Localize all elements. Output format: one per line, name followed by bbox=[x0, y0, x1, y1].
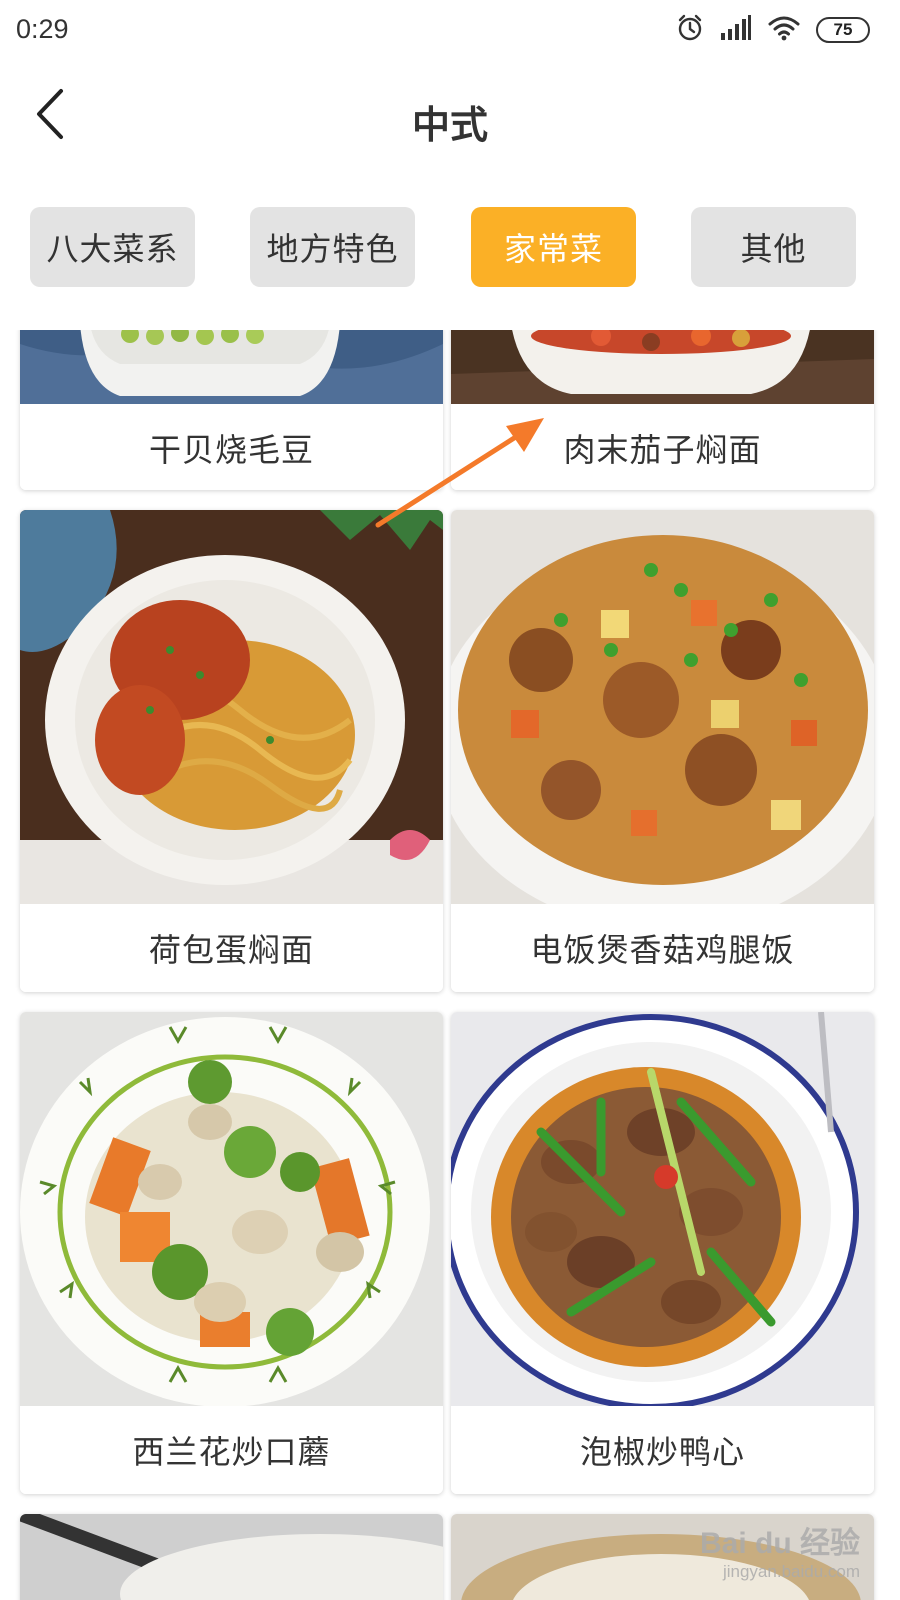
recipe-card[interactable] bbox=[20, 1514, 443, 1600]
recipe-card[interactable]: 电饭煲香菇鸡腿饭 bbox=[451, 510, 874, 992]
recipe-card[interactable]: 肉末茄子焖面 bbox=[451, 330, 874, 490]
recipe-card[interactable]: 西兰花炒口蘑 bbox=[20, 1012, 443, 1494]
recipe-image bbox=[20, 1514, 443, 1600]
recipe-image bbox=[20, 330, 443, 404]
recipe-name: 泡椒炒鸭心 bbox=[451, 1406, 874, 1494]
signal-icon bbox=[720, 15, 752, 45]
tab-ba-da-cai-xi[interactable]: 八大菜系 bbox=[30, 207, 195, 287]
battery-icon: 75 bbox=[816, 17, 870, 43]
watermark: Bai du 经验 jingyan.baidu.com bbox=[700, 1518, 860, 1582]
recipe-grid: 干贝烧毛豆 肉末茄子焖面 荷包蛋焖面 电饭煲香菇鸡腿饭 西兰花炒口蘑 泡椒炒鸭心 bbox=[0, 330, 900, 1600]
battery-level: 75 bbox=[833, 20, 853, 39]
header: 中式 bbox=[0, 62, 900, 172]
status-time: 0:29 bbox=[16, 14, 69, 44]
recipe-name: 干贝烧毛豆 bbox=[20, 404, 443, 490]
recipe-card[interactable]: 荷包蛋焖面 bbox=[20, 510, 443, 992]
wifi-icon bbox=[768, 15, 800, 45]
tab-di-fang-te-se[interactable]: 地方特色 bbox=[250, 207, 415, 287]
recipe-image bbox=[451, 510, 874, 904]
recipe-card[interactable]: 泡椒炒鸭心 bbox=[451, 1012, 874, 1494]
recipe-image bbox=[451, 1012, 874, 1406]
status-icons: 75 bbox=[676, 14, 870, 46]
status-bar: 0:29 75 bbox=[0, 0, 900, 62]
alarm-icon bbox=[676, 14, 704, 46]
recipe-image bbox=[20, 510, 443, 904]
recipe-name: 西兰花炒口蘑 bbox=[20, 1406, 443, 1494]
recipe-image bbox=[451, 330, 874, 404]
page-title: 中式 bbox=[411, 103, 488, 147]
recipe-name: 肉末茄子焖面 bbox=[451, 404, 874, 490]
recipe-name: 电饭煲香菇鸡腿饭 bbox=[451, 904, 874, 992]
recipe-image bbox=[20, 1012, 443, 1406]
watermark-brand: Bai du 经验 bbox=[699, 1527, 860, 1560]
watermark-url: jingyan.baidu.com bbox=[722, 1562, 860, 1581]
tab-jia-chang-cai[interactable]: 家常菜 bbox=[471, 207, 636, 287]
recipe-card[interactable]: 干贝烧毛豆 bbox=[20, 330, 443, 490]
recipe-name: 荷包蛋焖面 bbox=[20, 904, 443, 992]
category-tabs: 八大菜系 地方特色 家常菜 其他 bbox=[0, 207, 900, 287]
tab-qi-ta[interactable]: 其他 bbox=[691, 207, 856, 287]
